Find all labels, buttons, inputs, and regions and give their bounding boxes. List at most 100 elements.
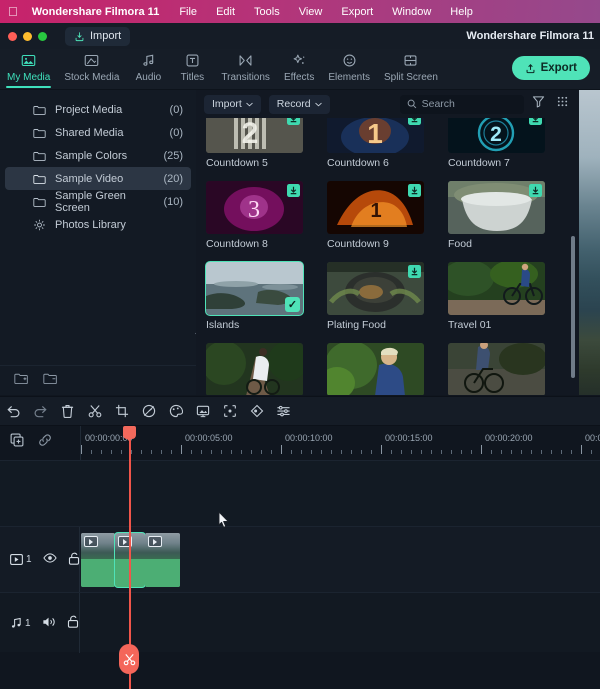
color-palette-icon[interactable] — [162, 396, 189, 426]
filter-icon[interactable] — [532, 95, 545, 113]
crop-icon[interactable] — [108, 396, 135, 426]
unlock-icon[interactable] — [67, 615, 79, 631]
download-icon[interactable] — [529, 118, 542, 125]
media-record-dropdown[interactable]: Record — [268, 94, 330, 114]
sidebar-item-shared-media[interactable]: Shared Media (0) — [5, 121, 191, 144]
media-item-countdown-8[interactable]: 3 Countdown 8 — [206, 181, 303, 250]
media-thumbnail[interactable] — [327, 343, 424, 395]
ruler-tick — [321, 450, 322, 454]
tab-effects[interactable]: Effects — [277, 49, 321, 89]
timeline-ruler[interactable]: 00:00:00:00 00:00:05:00 00:00:10:00 00:0… — [80, 426, 600, 460]
media-thumbnail[interactable]: 2 — [206, 118, 303, 153]
speaker-icon[interactable] — [42, 616, 56, 631]
media-item-cyclist[interactable] — [327, 343, 424, 395]
tab-titles[interactable]: Titles — [170, 49, 214, 89]
sidebar-item-project-media[interactable]: Project Media (0) — [5, 98, 191, 121]
split-scissors-icon[interactable] — [81, 396, 108, 426]
menu-tools[interactable]: Tools — [254, 6, 280, 18]
unlock-icon[interactable] — [68, 552, 80, 568]
import-button[interactable]: Import — [65, 26, 131, 46]
media-thumbnail[interactable]: 3 — [206, 181, 303, 234]
media-item-countdown-6[interactable]: 1 Countdown 6 — [327, 118, 424, 169]
sidebar-item-sample-colors[interactable]: Sample Colors (25) — [5, 144, 191, 167]
search-input[interactable]: Search — [399, 94, 524, 114]
media-thumbnail[interactable]: 1 — [327, 181, 424, 234]
clip-play-icon[interactable] — [84, 536, 98, 547]
media-thumbnail[interactable]: 1 — [327, 118, 424, 153]
grid-view-icon[interactable] — [556, 95, 569, 113]
apple-logo-icon[interactable]:  — [8, 5, 18, 18]
download-icon[interactable] — [408, 265, 421, 278]
media-item-countdown-5[interactable]: 2 Countdown 5 — [206, 118, 303, 169]
video-track-1[interactable]: 1 — [0, 526, 600, 592]
media-item-travel-01[interactable]: Travel 01 — [448, 262, 545, 331]
ruler-tick — [301, 450, 302, 454]
sidebar-item-sample-green-screen[interactable]: Sample Green Screen (10) — [5, 190, 191, 214]
sidebar-item-sample-video[interactable]: Sample Video (20) — [5, 167, 191, 190]
sidebar-item-label: Project Media — [55, 103, 123, 116]
download-icon[interactable] — [287, 118, 300, 125]
undo-icon[interactable] — [0, 396, 27, 426]
download-icon[interactable] — [287, 184, 300, 197]
green-screen-icon[interactable] — [189, 396, 216, 426]
tab-my-media[interactable]: My Media — [0, 49, 57, 89]
tab-elements[interactable]: Elements — [321, 49, 377, 89]
menu-window[interactable]: Window — [392, 6, 431, 18]
media-item-islands[interactable]: ✓ Islands — [205, 261, 304, 331]
media-item-food[interactable]: Food — [448, 181, 545, 250]
new-folder-icon[interactable] — [14, 372, 29, 390]
export-button-label: Export — [540, 62, 577, 74]
download-icon[interactable] — [408, 118, 421, 125]
ruler-tick — [581, 445, 582, 454]
export-button[interactable]: Export — [511, 56, 590, 80]
close-button[interactable] — [8, 31, 17, 41]
media-thumbnail[interactable] — [327, 262, 424, 315]
media-import-dropdown[interactable]: Import — [204, 94, 261, 114]
media-thumbnail[interactable] — [206, 343, 303, 395]
keyframe-icon[interactable] — [243, 396, 270, 426]
delete-folder-icon[interactable] — [43, 372, 58, 390]
svg-text:2: 2 — [242, 118, 259, 150]
media-grid[interactable]: 2 Countdown 5 1 Countdown 6 2 Countdown … — [196, 118, 579, 395]
media-item-plating-food[interactable]: Plating Food — [327, 262, 424, 331]
menu-file[interactable]: File — [179, 6, 197, 18]
media-item-bike-trail[interactable] — [206, 343, 303, 395]
media-scrollbar[interactable] — [571, 236, 575, 378]
sidebar-item-photos-library[interactable]: Photos Library — [5, 213, 191, 236]
speed-icon[interactable] — [135, 396, 162, 426]
media-thumbnail-selected[interactable]: ✓ — [205, 261, 304, 316]
timeline-clip[interactable] — [81, 533, 115, 587]
split-button[interactable] — [119, 644, 139, 674]
link-icon[interactable] — [38, 433, 52, 452]
menu-edit[interactable]: Edit — [216, 6, 235, 18]
download-icon[interactable] — [529, 184, 542, 197]
minimize-button[interactable] — [23, 31, 32, 41]
tab-stock-media[interactable]: Stock Media — [57, 49, 126, 89]
menu-view[interactable]: View — [299, 6, 323, 18]
media-thumbnail[interactable] — [448, 181, 545, 234]
media-thumbnail[interactable]: 2 — [448, 118, 545, 153]
eye-icon[interactable] — [42, 553, 57, 566]
tab-audio[interactable]: Audio — [126, 49, 170, 89]
redo-icon[interactable] — [27, 396, 54, 426]
download-icon[interactable] — [408, 184, 421, 197]
tab-split-screen[interactable]: Split Screen — [377, 49, 445, 89]
menu-help[interactable]: Help — [450, 6, 473, 18]
delete-icon[interactable] — [54, 396, 81, 426]
menu-export[interactable]: Export — [341, 6, 373, 18]
media-item-countdown-9[interactable]: 1 Countdown 9 — [327, 181, 424, 250]
auto-reframe-icon[interactable] — [216, 396, 243, 426]
maximize-button[interactable] — [38, 31, 47, 41]
audio-mixer-icon[interactable] — [270, 396, 297, 426]
menubar-app-name[interactable]: Wondershare Filmora 11 — [32, 6, 160, 18]
timeline-clip[interactable] — [145, 533, 180, 587]
media-item-bike-forest[interactable] — [448, 343, 545, 395]
media-item-countdown-7[interactable]: 2 Countdown 7 — [448, 118, 545, 169]
add-marker-icon[interactable] — [10, 433, 24, 452]
clip-play-icon[interactable] — [148, 536, 162, 547]
playhead-handle[interactable] — [123, 426, 136, 441]
media-thumbnail[interactable] — [448, 343, 545, 395]
tab-transitions[interactable]: Transitions — [214, 49, 277, 89]
media-thumbnail[interactable] — [448, 262, 545, 315]
audio-track-1[interactable]: 1 — [0, 592, 600, 653]
